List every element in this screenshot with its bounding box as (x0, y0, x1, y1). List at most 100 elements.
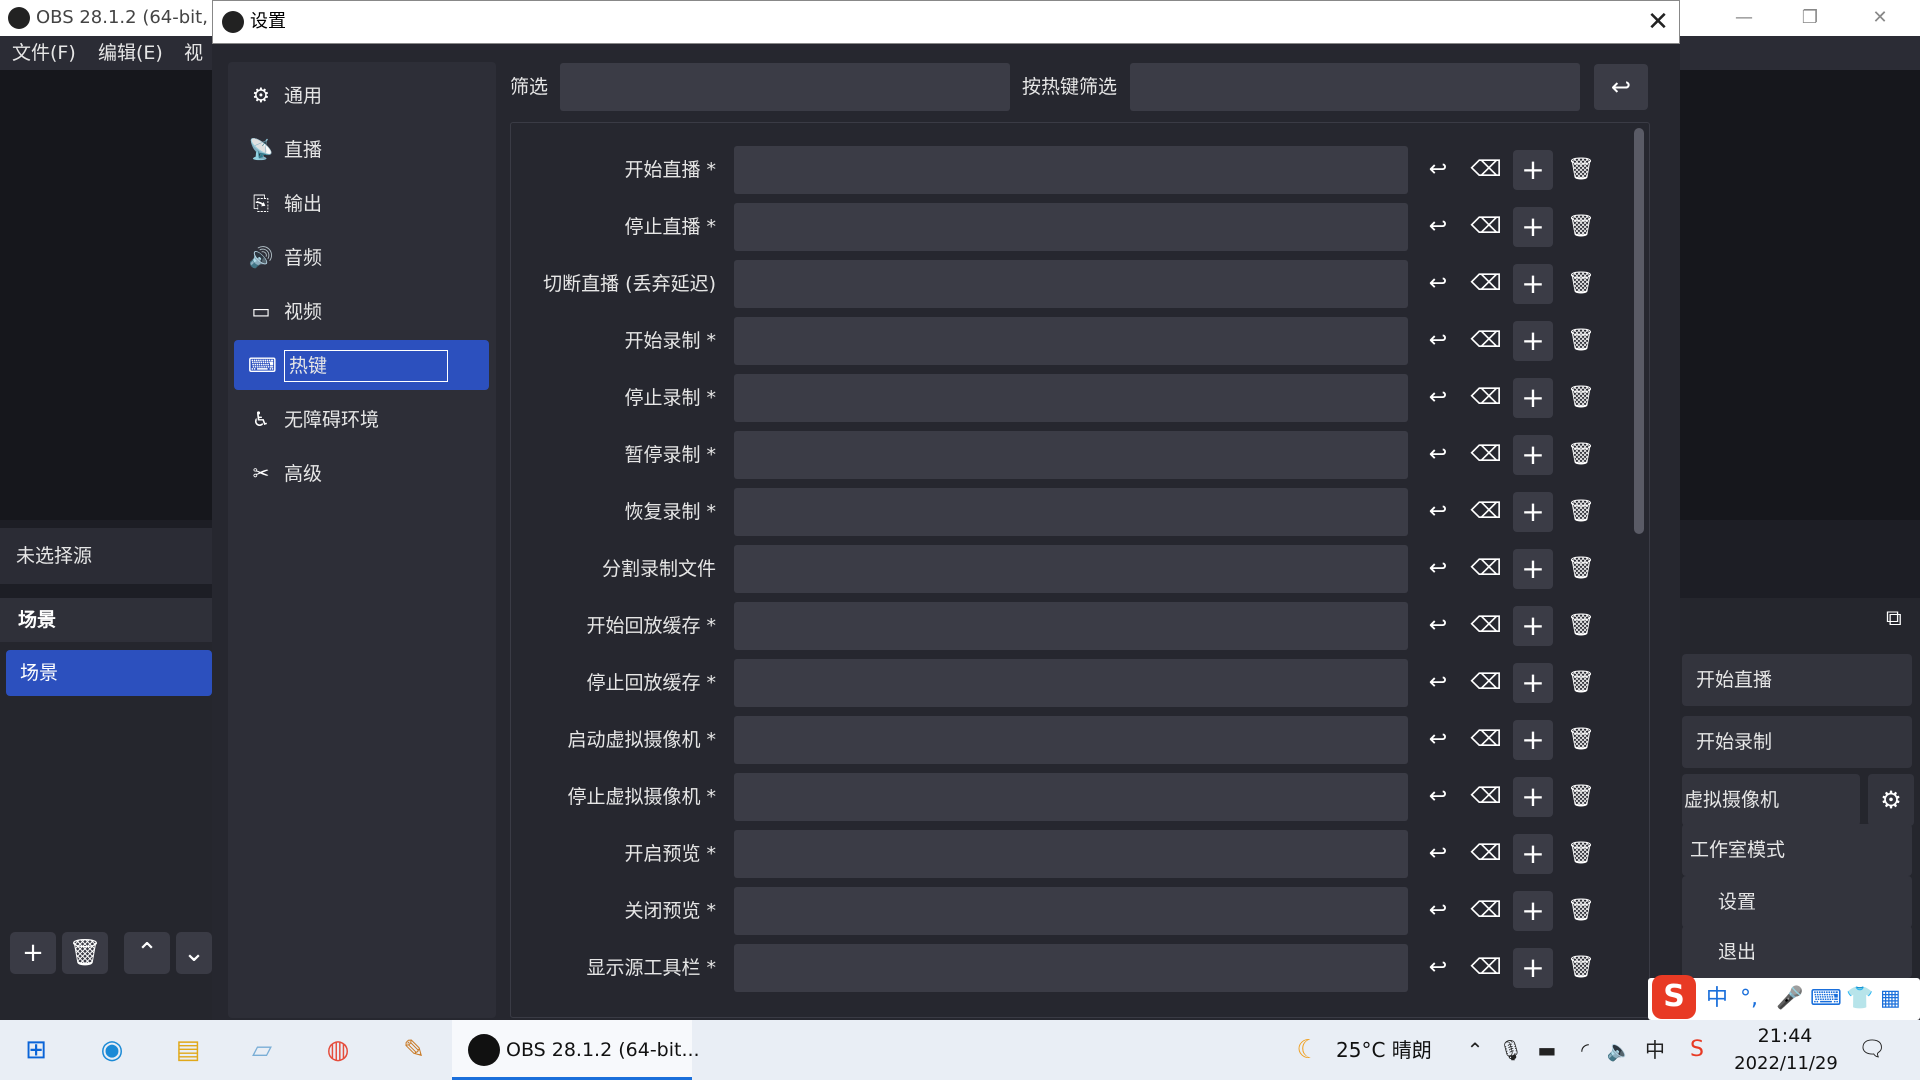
delete-binding-button[interactable]: 🗑 (1561, 150, 1601, 190)
delete-binding-button[interactable]: 🗑 (1561, 435, 1601, 475)
nav-advanced[interactable]: ✂ 高级 (234, 448, 489, 498)
maximize-button[interactable]: ❐ (1780, 0, 1840, 36)
revert-button[interactable]: ↩ (1418, 492, 1458, 532)
add-binding-button[interactable]: + (1513, 891, 1553, 931)
hotkey-input[interactable] (734, 431, 1408, 479)
move-scene-down-button[interactable]: ⌄ (176, 932, 212, 974)
move-scene-up-button[interactable]: ⌃ (124, 932, 170, 974)
hotkey-input[interactable] (734, 317, 1408, 365)
start-record-button[interactable]: 开始录制 (1682, 716, 1912, 768)
microphone-icon[interactable]: 🎙 (1496, 1020, 1526, 1080)
scrollbar-thumb[interactable] (1634, 128, 1644, 534)
studio-mode-button[interactable]: 工作室模式 (1682, 824, 1912, 876)
clear-button[interactable]: ⌫ (1466, 150, 1506, 190)
add-binding-button[interactable]: + (1513, 777, 1553, 817)
hotkey-input[interactable] (734, 602, 1408, 650)
clear-button[interactable]: ⌫ (1466, 891, 1506, 931)
delete-binding-button[interactable]: 🗑 (1561, 948, 1601, 988)
file-explorer-icon[interactable]: ▤ (166, 1020, 210, 1080)
hotkey-input[interactable] (734, 716, 1408, 764)
add-binding-button[interactable]: + (1513, 150, 1553, 190)
volume-icon[interactable]: 🔈 (1604, 1020, 1634, 1080)
hotkey-input[interactable] (734, 830, 1408, 878)
remove-scene-button[interactable]: 🗑 (62, 932, 108, 974)
add-binding-button[interactable]: + (1513, 720, 1553, 760)
nav-hotkeys[interactable]: ⌨ 热键 (234, 340, 489, 390)
settings-close-button[interactable]: ✕ (1636, 0, 1680, 44)
revert-button[interactable]: ↩ (1418, 891, 1458, 931)
input-method-icon[interactable]: 中 (1640, 1020, 1670, 1080)
delete-binding-button[interactable]: 🗑 (1561, 492, 1601, 532)
add-binding-button[interactable]: + (1513, 549, 1553, 589)
add-binding-button[interactable]: + (1513, 435, 1553, 475)
virtual-camera-settings-button[interactable]: ⚙ (1868, 774, 1914, 826)
edge-icon[interactable]: ◉ (90, 1020, 134, 1080)
clear-button[interactable]: ⌫ (1466, 264, 1506, 304)
add-binding-button[interactable]: + (1513, 663, 1553, 703)
ime-logo-icon[interactable]: S (1652, 975, 1696, 1019)
color-app-icon[interactable]: ◍ (316, 1020, 360, 1080)
nav-accessibility[interactable]: ♿ 无障碍环境 (234, 394, 489, 444)
revert-button[interactable]: ↩ (1418, 720, 1458, 760)
ime-mode[interactable]: 中 (1706, 978, 1728, 1020)
menu-file[interactable]: 文件(F) (12, 36, 76, 70)
nav-stream[interactable]: 📡 直播 (234, 124, 489, 174)
notepad-icon[interactable]: ▱ (240, 1020, 284, 1080)
add-binding-button[interactable]: + (1513, 834, 1553, 874)
hotkey-input[interactable] (734, 374, 1408, 422)
nav-audio[interactable]: 🔊 音频 (234, 232, 489, 282)
start-stream-button[interactable]: 开始直播 (1682, 654, 1912, 706)
add-binding-button[interactable]: + (1513, 264, 1553, 304)
revert-button[interactable]: ↩ (1418, 777, 1458, 817)
add-binding-button[interactable]: + (1513, 378, 1553, 418)
clear-button[interactable]: ⌫ (1466, 606, 1506, 646)
revert-button[interactable]: ↩ (1418, 663, 1458, 703)
revert-button[interactable]: ↩ (1418, 150, 1458, 190)
clock-time[interactable]: 21:44 (1740, 1022, 1830, 1050)
delete-binding-button[interactable]: 🗑 (1561, 663, 1601, 703)
revert-button[interactable]: ↩ (1418, 378, 1458, 418)
delete-binding-button[interactable]: 🗑 (1561, 321, 1601, 361)
chevron-up-icon[interactable]: ⌃ (1460, 1020, 1490, 1080)
hotkey-input[interactable] (734, 545, 1408, 593)
clear-button[interactable]: ⌫ (1466, 834, 1506, 874)
delete-binding-button[interactable]: 🗑 (1561, 378, 1601, 418)
windows-start-icon[interactable]: ⊞ (16, 1020, 56, 1080)
add-binding-button[interactable]: + (1513, 606, 1553, 646)
menu-view[interactable]: 视 (184, 36, 203, 70)
wifi-icon[interactable]: ◜ (1570, 1020, 1600, 1080)
filter-input[interactable] (560, 63, 1010, 111)
hotkey-input[interactable] (734, 488, 1408, 536)
hotkey-input[interactable] (734, 659, 1408, 707)
revert-button[interactable]: ↩ (1418, 435, 1458, 475)
add-scene-button[interactable]: + (10, 932, 56, 974)
battery-icon[interactable]: ▬ (1532, 1020, 1562, 1080)
notification-icon[interactable]: 🗨 (1854, 1020, 1890, 1080)
add-binding-button[interactable]: + (1513, 948, 1553, 988)
clear-button[interactable]: ⌫ (1466, 663, 1506, 703)
revert-button[interactable]: ↩ (1418, 549, 1458, 589)
add-binding-button[interactable]: + (1513, 207, 1553, 247)
nav-output[interactable]: ⎘ 输出 (234, 178, 489, 228)
menu-edit[interactable]: 编辑(E) (98, 36, 163, 70)
hotkey-input[interactable] (734, 773, 1408, 821)
nav-general[interactable]: ⚙ 通用 (234, 70, 489, 120)
settings-button[interactable]: 设置 (1682, 876, 1912, 928)
clear-button[interactable]: ⌫ (1466, 549, 1506, 589)
delete-binding-button[interactable]: 🗑 (1561, 834, 1601, 874)
clear-button[interactable]: ⌫ (1466, 948, 1506, 988)
skin-icon[interactable]: 👕 (1846, 978, 1873, 1020)
clear-button[interactable]: ⌫ (1466, 720, 1506, 760)
clear-button[interactable]: ⌫ (1466, 321, 1506, 361)
delete-binding-button[interactable]: 🗑 (1561, 264, 1601, 304)
grid-icon[interactable]: ▦ (1880, 978, 1901, 1020)
hotkey-input[interactable] (734, 203, 1408, 251)
delete-binding-button[interactable]: 🗑 (1561, 777, 1601, 817)
exit-button[interactable]: 退出 (1682, 926, 1912, 978)
window-close-button[interactable]: ✕ (1850, 0, 1910, 36)
hotkey-input[interactable] (734, 146, 1408, 194)
reset-filter-button[interactable]: ↩ (1594, 64, 1648, 110)
delete-binding-button[interactable]: 🗑 (1561, 549, 1601, 589)
sogou-icon[interactable]: S (1682, 1020, 1712, 1080)
keyboard-icon[interactable]: ⌨ (1810, 978, 1842, 1020)
